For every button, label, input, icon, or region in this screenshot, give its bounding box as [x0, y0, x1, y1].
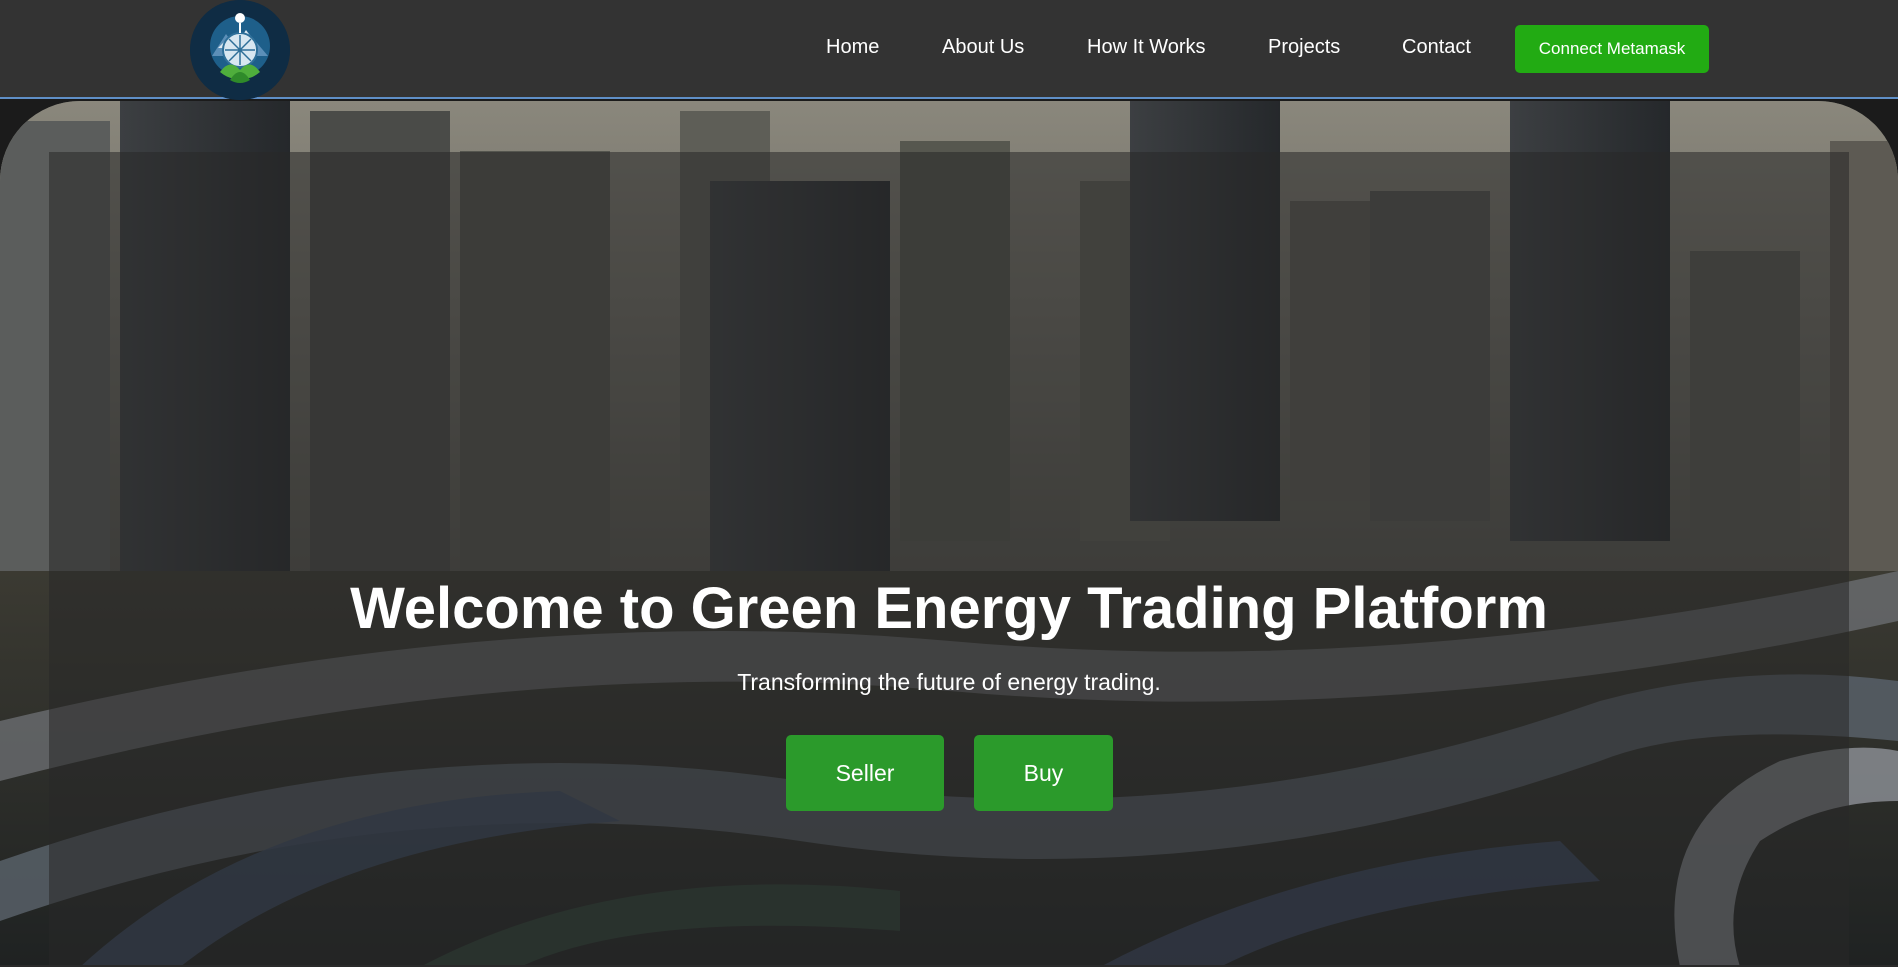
- hero-title: Welcome to Green Energy Trading Platform: [350, 576, 1548, 641]
- nav-home[interactable]: Home: [826, 36, 879, 59]
- nav-projects[interactable]: Projects: [1268, 36, 1340, 59]
- connect-metamask-button[interactable]: Connect Metamask: [1515, 25, 1709, 73]
- nav-contact[interactable]: Contact: [1402, 36, 1471, 59]
- buy-button[interactable]: Buy: [974, 735, 1113, 811]
- hero-overlay: [49, 152, 1849, 967]
- hero-section: Welcome to Green Energy Trading Platform…: [0, 101, 1898, 967]
- nav-about-us[interactable]: About Us: [942, 36, 1024, 59]
- navbar: Home About Us How It Works Projects Cont…: [0, 0, 1898, 100]
- nav-how-it-works[interactable]: How It Works: [1087, 36, 1206, 59]
- hero-subtitle: Transforming the future of energy tradin…: [737, 669, 1161, 695]
- seller-button[interactable]: Seller: [786, 735, 944, 811]
